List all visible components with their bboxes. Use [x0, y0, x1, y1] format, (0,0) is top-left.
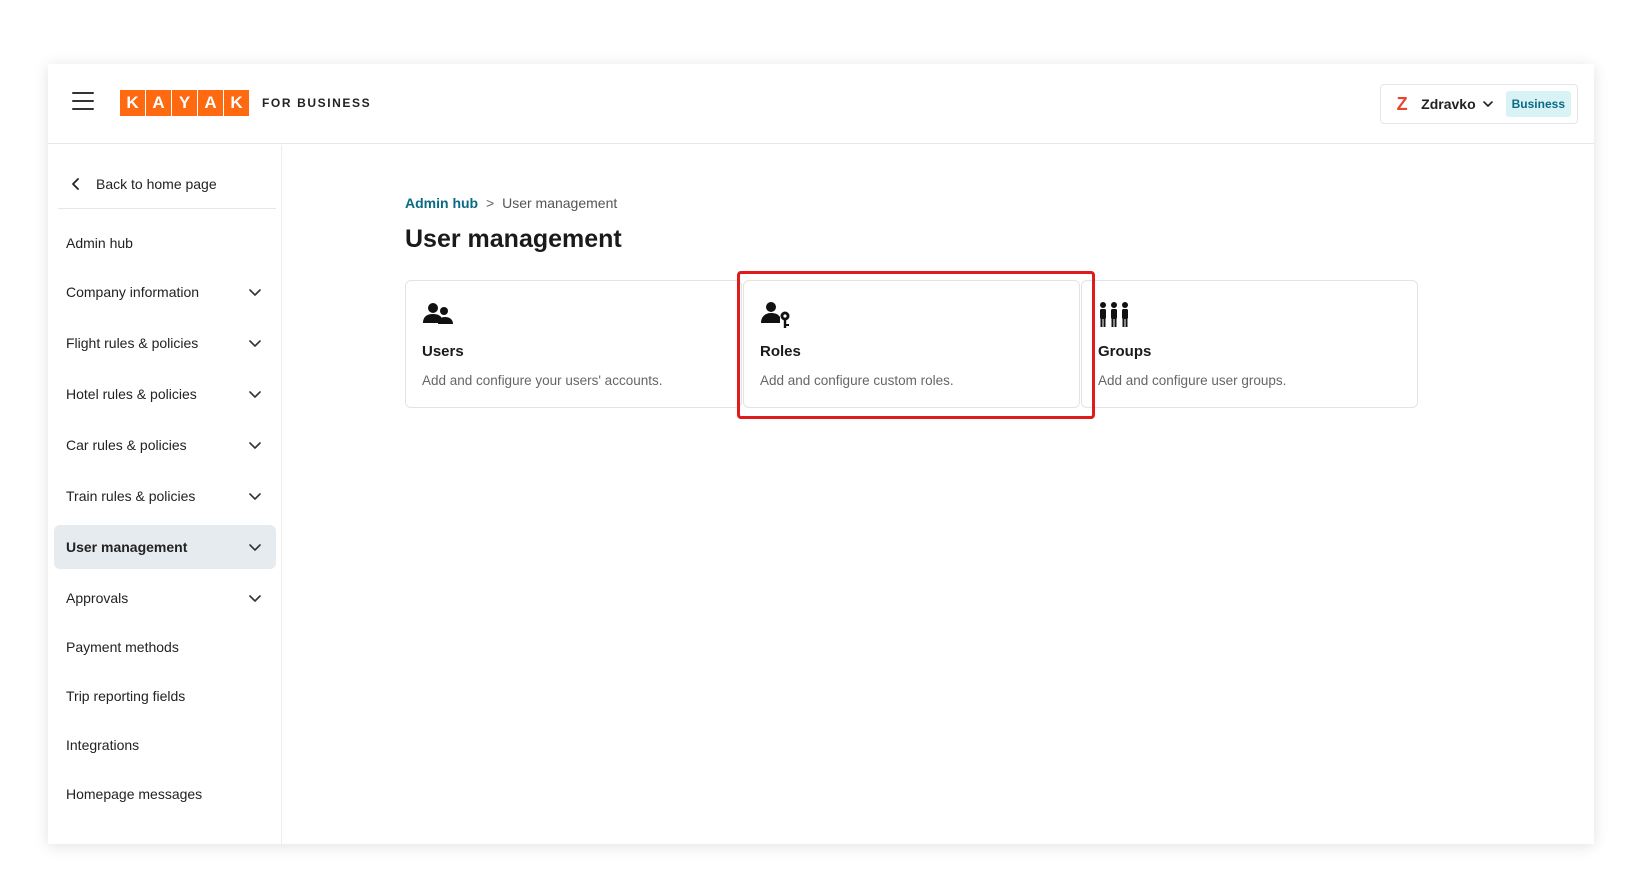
users-card[interactable]: Users Add and configure your users' acco… [405, 280, 742, 408]
main-content: Admin hub > User management User managem… [283, 145, 1594, 844]
logo-letter: A [198, 90, 223, 116]
breadcrumb: Admin hub > User management [405, 195, 617, 211]
chevron-down-icon [1482, 101, 1493, 107]
chevron-down-icon [249, 289, 261, 296]
breadcrumb-separator: > [486, 195, 495, 211]
chevron-down-icon [249, 340, 261, 347]
roles-card[interactable]: Roles Add and configure custom roles. [743, 280, 1080, 408]
groups-card[interactable]: Groups Add and configure user groups. [1081, 280, 1418, 408]
chevron-left-icon [72, 177, 79, 190]
sidebar-item-label: Train rules & policies [66, 488, 196, 504]
back-label: Back to home page [96, 175, 217, 192]
users-icon [423, 303, 453, 324]
group-icon [1100, 302, 1128, 327]
card-title: Users [422, 343, 464, 360]
breadcrumb-current: User management [502, 195, 618, 211]
sidebar-item-admin-hub[interactable]: Admin hub [54, 221, 276, 265]
business-badge: Business [1505, 91, 1571, 117]
chevron-down-icon [249, 544, 261, 551]
sidebar-item-company-information[interactable]: Company information [54, 270, 276, 314]
sidebar-item-car-rules[interactable]: Car rules & policies [54, 423, 276, 467]
back-to-home-link[interactable]: Back to home page [58, 159, 276, 209]
logo-letter: K [224, 90, 249, 116]
account-name: Zdravko [1421, 96, 1476, 112]
sidebar-item-label: Payment methods [66, 639, 179, 655]
app-window: K A Y A K FOR BUSINESS Z Zdravko Busines… [48, 64, 1594, 844]
sidebar-item-label: Integrations [66, 737, 140, 753]
logo-letter: A [146, 90, 171, 116]
user-key-icon [761, 302, 790, 328]
logo-letter: K [120, 90, 145, 116]
account-menu-button[interactable]: Z Zdravko Business [1380, 84, 1578, 124]
sidebar-item-approvals[interactable]: Approvals [54, 576, 276, 620]
sidebar-item-trip-reporting-fields[interactable]: Trip reporting fields [54, 674, 276, 718]
sidebar-item-integrations[interactable]: Integrations [54, 723, 276, 767]
sidebar-item-label: Flight rules & policies [66, 335, 199, 351]
breadcrumb-admin-hub-link[interactable]: Admin hub [405, 195, 478, 211]
menu-icon[interactable] [72, 92, 94, 110]
sidebar-item-label: Hotel rules & policies [66, 386, 197, 402]
sidebar-item-hotel-rules[interactable]: Hotel rules & policies [54, 372, 276, 416]
card-description: Add and configure user groups. [1098, 373, 1287, 388]
sidebar-item-label: Admin hub [66, 235, 133, 251]
page-title: User management [405, 225, 622, 253]
sidebar-item-label: Approvals [66, 590, 129, 606]
sidebar-item-flight-rules[interactable]: Flight rules & policies [54, 321, 276, 365]
chevron-down-icon [249, 595, 261, 602]
sidebar-item-label: Company information [66, 284, 200, 300]
sidebar-item-label: Trip reporting fields [66, 688, 186, 704]
sidebar-item-train-rules[interactable]: Train rules & policies [54, 474, 276, 518]
sidebar-item-label: User management [66, 539, 188, 555]
sidebar-item-label: Car rules & policies [66, 437, 187, 453]
chevron-down-icon [249, 442, 261, 449]
sidebar-item-homepage-messages[interactable]: Homepage messages [54, 772, 276, 816]
card-description: Add and configure your users' accounts. [422, 373, 663, 388]
sidebar-item-payment-methods[interactable]: Payment methods [54, 625, 276, 669]
chevron-down-icon [249, 391, 261, 398]
sidebar-item-label: Homepage messages [66, 786, 203, 802]
card-title: Groups [1098, 343, 1152, 360]
card-title: Roles [760, 343, 801, 360]
top-header: K A Y A K FOR BUSINESS Z Zdravko Busines… [48, 64, 1594, 144]
avatar: Z [1389, 91, 1416, 117]
card-description: Add and configure custom roles. [760, 373, 954, 388]
logo-letter: Y [172, 90, 197, 116]
kayak-logo[interactable]: K A Y A K [120, 90, 249, 116]
logo-suffix: FOR BUSINESS [262, 96, 372, 110]
sidebar-item-user-management[interactable]: User management [54, 525, 276, 569]
sidebar: Back to home page Admin hub Company info… [48, 145, 282, 844]
chevron-down-icon [249, 493, 261, 500]
